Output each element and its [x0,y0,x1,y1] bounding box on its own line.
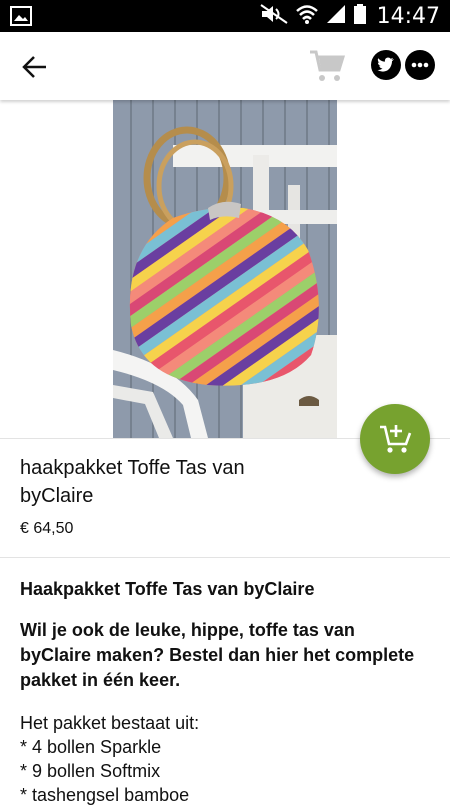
arrow-left-icon [22,56,46,78]
product-description: Haakpakket Toffe Tas van byClaire Wil je… [20,576,430,807]
gallery-icon [10,6,32,31]
status-bar: 14:47 [0,0,450,32]
cart-icon [310,50,346,81]
signal-icon [325,3,347,30]
more-options-button[interactable] [405,50,435,80]
description-line: Het pakket bestaat uit: [20,713,200,733]
back-button[interactable] [18,52,52,82]
wifi-icon [295,3,319,30]
add-to-cart-button[interactable] [360,404,430,474]
more-horizontal-icon [411,62,429,68]
battery-icon [353,3,367,30]
description-line: * tashengsel bamboe [20,785,190,805]
add-to-cart-icon [380,425,412,453]
product-title: haakpakket Toffe Tas van byClaire [20,457,245,507]
cart-button[interactable] [308,48,346,84]
description-line: * 4 bollen Sparkle [20,737,162,757]
twitter-icon [377,57,394,72]
divider [0,557,450,558]
description-intro: Wil je ook de leuke, hippe, toffe tas va… [20,620,415,690]
description-line: * 9 bollen Softmix [20,761,161,781]
product-image[interactable] [113,100,337,438]
crochet-bag-photo [113,100,337,438]
clock: 14:47 [376,3,440,29]
app-bar [0,32,450,100]
description-heading: Haakpakket Toffe Tas van byClaire [20,579,315,599]
twitter-share-button[interactable] [371,50,401,80]
product-image-area [0,100,450,438]
mute-icon [259,3,289,30]
description-body: Het pakket bestaat uit: * 4 bollen Spark… [20,711,430,807]
product-price: € 64,50 [20,520,74,537]
